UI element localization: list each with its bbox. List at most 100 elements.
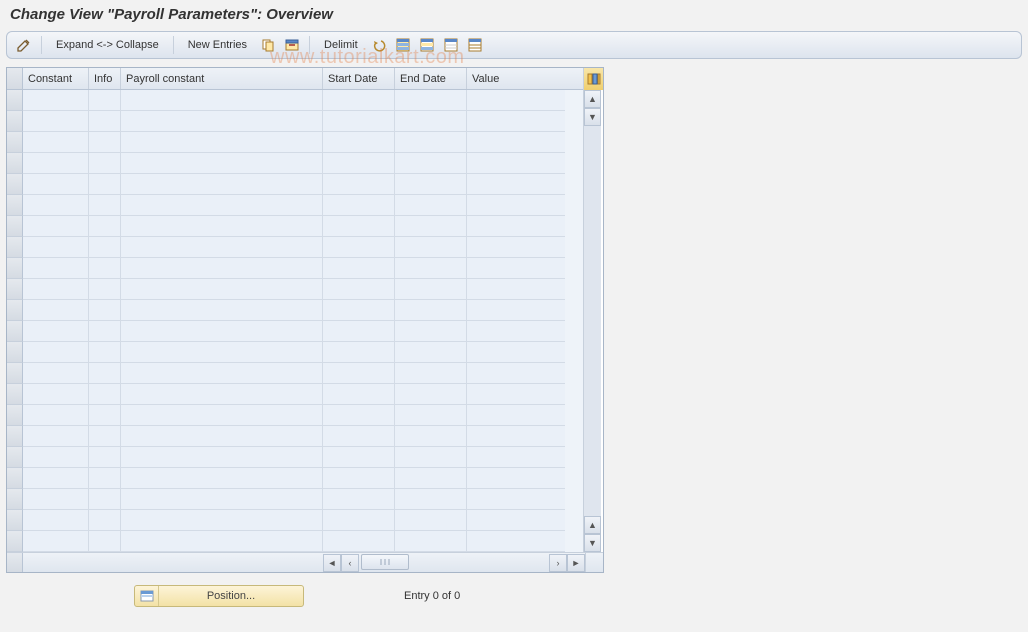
cell-constant[interactable] xyxy=(23,510,89,531)
cell-end-date[interactable] xyxy=(395,279,467,300)
column-header-payroll-constant[interactable]: Payroll constant xyxy=(121,68,323,89)
cell-end-date[interactable] xyxy=(395,384,467,405)
row-selector[interactable] xyxy=(7,258,23,279)
column-header-info[interactable]: Info xyxy=(89,68,121,89)
cell-info[interactable] xyxy=(89,111,121,132)
row-selector[interactable] xyxy=(7,363,23,384)
cell-end-date[interactable] xyxy=(395,510,467,531)
column-header-constant[interactable]: Constant xyxy=(23,68,89,89)
cell-end-date[interactable] xyxy=(395,342,467,363)
cell-constant[interactable] xyxy=(23,174,89,195)
cell-info[interactable] xyxy=(89,531,121,552)
cell-start-date[interactable] xyxy=(323,426,395,447)
cell-payroll-constant[interactable] xyxy=(121,300,323,321)
row-selector[interactable] xyxy=(7,321,23,342)
cell-value[interactable] xyxy=(467,279,565,300)
cell-constant[interactable] xyxy=(23,531,89,552)
cell-value[interactable] xyxy=(467,510,565,531)
row-selector[interactable] xyxy=(7,342,23,363)
row-selector[interactable] xyxy=(7,279,23,300)
cell-value[interactable] xyxy=(467,405,565,426)
cell-value[interactable] xyxy=(467,132,565,153)
hscroll-right-button[interactable]: › xyxy=(549,554,567,572)
cell-value[interactable] xyxy=(467,111,565,132)
row-selector[interactable] xyxy=(7,195,23,216)
hscroll-last-button[interactable]: ► xyxy=(567,554,585,572)
scroll-track[interactable] xyxy=(584,126,601,516)
cell-payroll-constant[interactable] xyxy=(121,363,323,384)
cell-value[interactable] xyxy=(467,258,565,279)
cell-end-date[interactable] xyxy=(395,216,467,237)
row-selector[interactable] xyxy=(7,510,23,531)
cell-start-date[interactable] xyxy=(323,153,395,174)
row-selector[interactable] xyxy=(7,132,23,153)
select-all-button[interactable] xyxy=(392,35,414,55)
scroll-down-bottom-button[interactable]: ▼ xyxy=(584,534,601,552)
cell-info[interactable] xyxy=(89,216,121,237)
cell-value[interactable] xyxy=(467,468,565,489)
cell-constant[interactable] xyxy=(23,489,89,510)
scroll-up-bottom-button[interactable]: ▲ xyxy=(584,516,601,534)
cell-end-date[interactable] xyxy=(395,195,467,216)
cell-payroll-constant[interactable] xyxy=(121,90,323,111)
cell-value[interactable] xyxy=(467,300,565,321)
cell-payroll-constant[interactable] xyxy=(121,426,323,447)
cell-start-date[interactable] xyxy=(323,258,395,279)
cell-constant[interactable] xyxy=(23,258,89,279)
cell-value[interactable] xyxy=(467,342,565,363)
cell-constant[interactable] xyxy=(23,132,89,153)
cell-info[interactable] xyxy=(89,510,121,531)
cell-constant[interactable] xyxy=(23,111,89,132)
expand-collapse-button[interactable]: Expand <-> Collapse xyxy=(48,36,167,54)
row-selector[interactable] xyxy=(7,300,23,321)
cell-constant[interactable] xyxy=(23,447,89,468)
cell-constant[interactable] xyxy=(23,153,89,174)
cell-payroll-constant[interactable] xyxy=(121,132,323,153)
cell-end-date[interactable] xyxy=(395,321,467,342)
cell-end-date[interactable] xyxy=(395,363,467,384)
row-selector[interactable] xyxy=(7,384,23,405)
cell-value[interactable] xyxy=(467,489,565,510)
hscroll-thumb[interactable] xyxy=(361,554,409,570)
cell-start-date[interactable] xyxy=(323,384,395,405)
cell-info[interactable] xyxy=(89,174,121,195)
cell-info[interactable] xyxy=(89,489,121,510)
cell-info[interactable] xyxy=(89,258,121,279)
cell-info[interactable] xyxy=(89,321,121,342)
row-selector[interactable] xyxy=(7,90,23,111)
cell-info[interactable] xyxy=(89,300,121,321)
cell-info[interactable] xyxy=(89,342,121,363)
cell-info[interactable] xyxy=(89,468,121,489)
hscroll-left-button[interactable]: ‹ xyxy=(341,554,359,572)
scroll-up-button[interactable]: ▲ xyxy=(584,90,601,108)
cell-constant[interactable] xyxy=(23,426,89,447)
row-selector[interactable] xyxy=(7,489,23,510)
row-selector[interactable] xyxy=(7,174,23,195)
cell-payroll-constant[interactable] xyxy=(121,237,323,258)
cell-info[interactable] xyxy=(89,447,121,468)
cell-payroll-constant[interactable] xyxy=(121,342,323,363)
row-selector[interactable] xyxy=(7,111,23,132)
cell-start-date[interactable] xyxy=(323,468,395,489)
cell-start-date[interactable] xyxy=(323,363,395,384)
column-header-value[interactable]: Value xyxy=(467,68,565,89)
cell-info[interactable] xyxy=(89,153,121,174)
cell-payroll-constant[interactable] xyxy=(121,447,323,468)
cell-constant[interactable] xyxy=(23,195,89,216)
cell-value[interactable] xyxy=(467,237,565,258)
cell-end-date[interactable] xyxy=(395,258,467,279)
cell-payroll-constant[interactable] xyxy=(121,153,323,174)
cell-start-date[interactable] xyxy=(323,510,395,531)
cell-value[interactable] xyxy=(467,216,565,237)
vertical-scrollbar[interactable]: ▲ ▼ ▲ ▼ xyxy=(583,90,601,552)
cell-info[interactable] xyxy=(89,279,121,300)
cell-start-date[interactable] xyxy=(323,90,395,111)
cell-constant[interactable] xyxy=(23,300,89,321)
cell-end-date[interactable] xyxy=(395,405,467,426)
delete-button[interactable] xyxy=(281,35,303,55)
new-entries-button[interactable]: New Entries xyxy=(180,36,255,54)
cell-constant[interactable] xyxy=(23,468,89,489)
cell-constant[interactable] xyxy=(23,342,89,363)
cell-start-date[interactable] xyxy=(323,216,395,237)
cell-start-date[interactable] xyxy=(323,132,395,153)
